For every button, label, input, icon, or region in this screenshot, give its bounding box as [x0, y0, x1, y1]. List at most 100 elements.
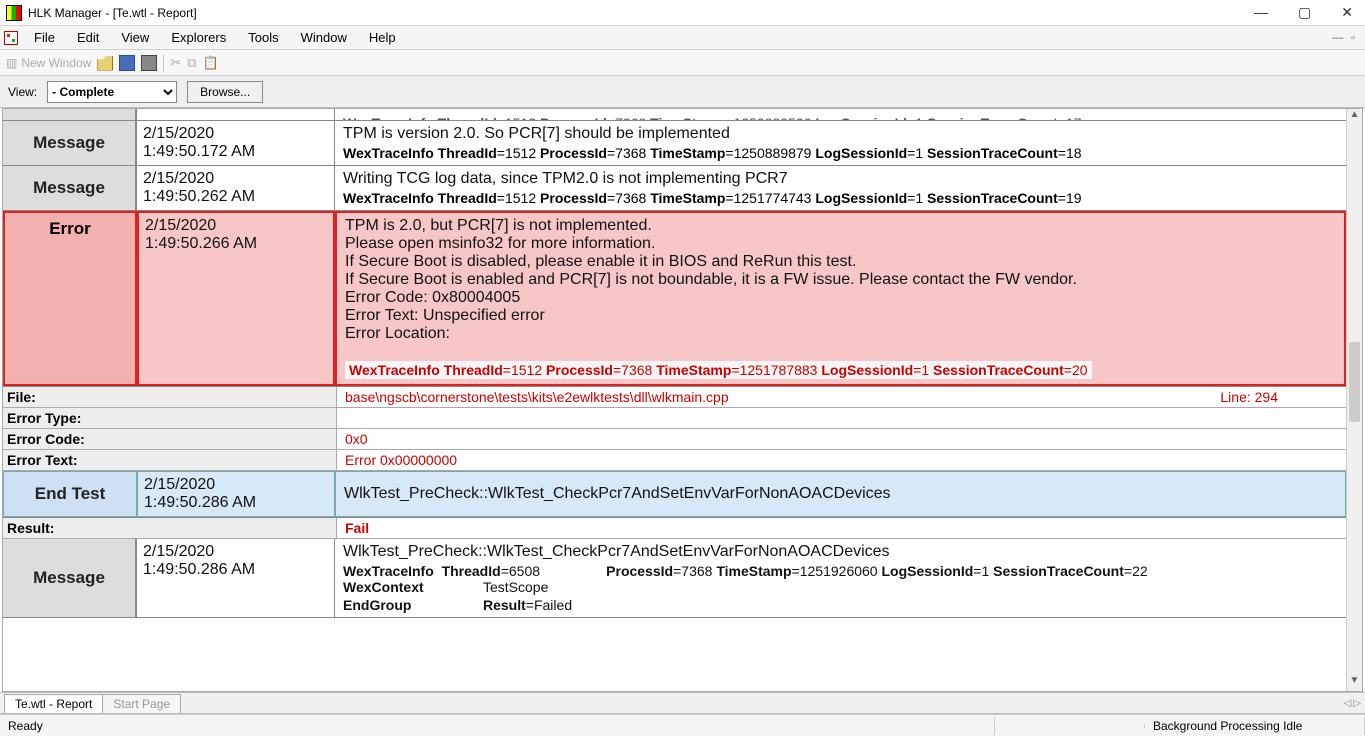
error-line: TPM is 2.0, but PCR[7] is not implemente… [345, 217, 1336, 235]
tab-nav-right-icon[interactable]: ▷ [1353, 698, 1361, 709]
detail-result: Result: Fail [3, 518, 1346, 539]
trace-ts-k: TimeStamp [716, 563, 791, 579]
trace-line: WexTraceInfo ThreadId=1512 ProcessId=736… [343, 190, 1338, 206]
window-title: HLK Manager - [Te.wtl - Report] [28, 6, 197, 20]
tab-start-page[interactable]: Start Page [102, 694, 181, 713]
doc-icon [4, 31, 18, 45]
row-body: Writing TCG log data, since TPM2.0 is no… [335, 166, 1346, 210]
close-button[interactable]: ✕ [1335, 2, 1359, 23]
trace-sess-k: LogSessionId [815, 190, 907, 206]
menu-edit[interactable]: Edit [67, 28, 109, 47]
status-left: Ready [0, 717, 995, 735]
endgroup-value: Result=Failed [483, 597, 1338, 613]
detail-value: Fail [337, 518, 1346, 538]
trace-sess-v: 1 [981, 563, 989, 579]
child-minimize-button[interactable]: — [1332, 32, 1343, 44]
tab-nav-left-icon[interactable]: ◁ [1344, 698, 1352, 709]
row-body: WlkTest_PreCheck::WlkTest_CheckPcr7AndSe… [335, 539, 1346, 617]
scroll-down-icon[interactable]: ▼ [1347, 675, 1362, 691]
error-line: If Secure Boot is disabled, please enabl… [345, 253, 1336, 271]
open-icon[interactable] [97, 55, 113, 71]
trace-process-k: ProcessId [540, 190, 607, 206]
detail-label: Error Code: [3, 429, 337, 449]
row-message-text: Writing TCG log data, since TPM2.0 is no… [343, 170, 1338, 188]
trace-thread-v: 1512 [505, 190, 536, 206]
report-area: WexTraceInfo ThreadId=1512 ProcessId=736… [2, 108, 1363, 692]
row-time: 1:49:50.266 AM [145, 235, 327, 253]
scroll-thumb[interactable] [1349, 342, 1360, 422]
log-row-error: Error 2/15/2020 1:49:50.266 AM TPM is 2.… [3, 211, 1346, 387]
paste-icon[interactable]: 📋 [203, 55, 219, 71]
toolbar: ▥ New Window ✂ ⧉ 📋 [0, 50, 1365, 76]
detail-file: File: base\ngscb\cornerstone\tests\kits\… [3, 387, 1346, 408]
tab-report[interactable]: Te.wtl - Report [4, 694, 103, 713]
log-row-endtest: End Test 2/15/2020 1:49:50.286 AM WlkTes… [3, 471, 1346, 518]
statusbar: Ready Background Processing Idle [0, 714, 1365, 736]
trace-count-v: 22 [1132, 563, 1148, 579]
error-line: Please open msinfo32 for more informatio… [345, 235, 1336, 253]
trace-count-v: 18 [1066, 145, 1082, 161]
menu-explorers[interactable]: Explorers [161, 28, 236, 47]
copy-icon[interactable]: ⧉ [187, 55, 196, 71]
error-line: Error Location: [345, 325, 1336, 343]
menu-window[interactable]: Window [291, 28, 357, 47]
trace-sess-k: LogSessionId [815, 145, 907, 161]
error-line: Error Code: 0x80004005 [345, 289, 1336, 307]
trace-ts-k: TimeStamp [656, 362, 731, 378]
view-select[interactable]: - Complete [47, 81, 177, 103]
cut-icon[interactable]: ✂ [170, 55, 181, 71]
menu-file[interactable]: File [24, 28, 65, 47]
trace-thread-v: 1512 [505, 145, 536, 161]
wexcontext-value: TestScope [483, 579, 1338, 595]
row-time: 1:49:50.286 AM [143, 561, 328, 579]
trace-process-k: ProcessId [540, 145, 607, 161]
new-window-button[interactable]: ▥ New Window [6, 56, 91, 70]
trace-ts-v: 1250889879 [734, 145, 812, 161]
trace-process-v: 7368 [681, 563, 712, 579]
log-row-message: Message 2/15/2020 1:49:50.172 AM TPM is … [3, 121, 1346, 166]
vertical-scrollbar[interactable]: ▲ ▼ [1346, 109, 1362, 691]
viewbar: View: - Complete Browse... [0, 76, 1365, 108]
trace-ts-v: 1251787883 [740, 362, 818, 378]
detail-error-type: Error Type: [3, 408, 1346, 429]
detail-error-text: Error Text: Error 0x00000000 [3, 450, 1346, 471]
trace-process-v: 7368 [615, 145, 646, 161]
row-timestamp: 2/15/2020 1:49:50.262 AM [137, 166, 335, 210]
row-message-text: TPM is version 2.0. So PCR[7] should be … [343, 125, 1338, 143]
trace-sess-v: 1 [915, 190, 923, 206]
error-line: Error Text: Unspecified error [345, 307, 1336, 325]
row-date: 2/15/2020 [144, 476, 328, 494]
row-time: 1:49:50.262 AM [143, 188, 328, 206]
menu-view[interactable]: View [111, 28, 159, 47]
status-right: Background Processing Idle [1145, 717, 1365, 735]
row-type: Error [3, 211, 137, 386]
detail-value: 0x0 [337, 429, 1346, 449]
trace-ts-v: 1251926060 [800, 563, 878, 579]
trace-line: WexTraceInfo ThreadId=1512 ProcessId=736… [343, 145, 1338, 161]
row-timestamp: 2/15/2020 1:49:50.286 AM [137, 471, 335, 517]
view-label: View: [8, 85, 37, 99]
trace-thread-k: ThreadId [444, 362, 503, 378]
row-body: WlkTest_PreCheck::WlkTest_CheckPcr7AndSe… [335, 471, 1346, 517]
minimize-button[interactable]: — [1248, 2, 1274, 23]
scroll-up-icon[interactable]: ▲ [1347, 109, 1362, 125]
row-body: TPM is 2.0, but PCR[7] is not implemente… [335, 211, 1346, 386]
menu-help[interactable]: Help [359, 28, 406, 47]
log-row-partial: WexTraceInfo ThreadId=1512 ProcessId=736… [3, 109, 1346, 121]
child-restore-button[interactable]: ▫ [1351, 32, 1355, 44]
menu-tools[interactable]: Tools [238, 28, 288, 47]
detail-value [337, 408, 1346, 428]
save-icon[interactable] [119, 55, 135, 71]
print-icon[interactable] [141, 55, 157, 71]
detail-label: File: [3, 387, 337, 407]
result-val: =Failed [526, 597, 572, 613]
trace-sess-k: LogSessionId [882, 563, 974, 579]
browse-button[interactable]: Browse... [187, 81, 263, 103]
maximize-button[interactable]: ▢ [1292, 2, 1317, 23]
trace-ts-k: TimeStamp [650, 145, 725, 161]
row-time: 1:49:50.286 AM [144, 494, 328, 512]
log-row-message: Message 2/15/2020 1:49:50.262 AM Writing… [3, 166, 1346, 211]
row-type: Message [3, 166, 137, 210]
trace-thread-v: 6508 [509, 563, 540, 579]
row-timestamp: 2/15/2020 1:49:50.266 AM [137, 211, 335, 386]
